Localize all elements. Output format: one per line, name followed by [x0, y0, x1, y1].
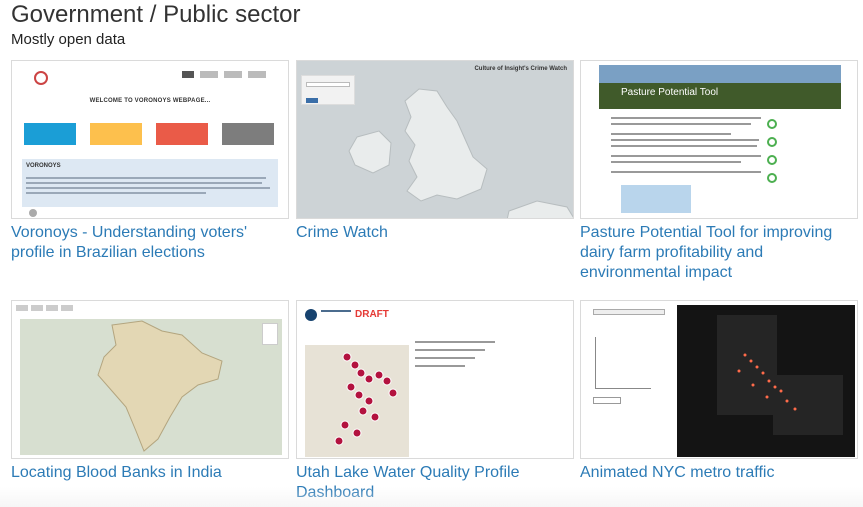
thumb-welcome-text: WELCOME TO VORONOYS WEBPAGE...: [89, 98, 211, 104]
progress-ring-icon: [767, 155, 777, 165]
thumb-nav: [182, 71, 266, 78]
card-title-link[interactable]: Utah Lake Water Quality Profile Dashboar…: [296, 463, 574, 503]
thumb-box-gray: [222, 123, 274, 145]
traffic-points-icon: [737, 353, 797, 411]
india-map-icon: [97, 320, 223, 452]
thumb-box-yellow: [90, 123, 142, 145]
thumb-box-red: [156, 123, 208, 145]
thumb-box-blue: [24, 123, 76, 145]
voronoys-logo-icon: [34, 71, 48, 85]
card-thumbnail[interactable]: Pasture Potential Tool: [580, 60, 858, 219]
card-title-link[interactable]: Locating Blood Banks in India: [11, 463, 289, 483]
card-thumbnail[interactable]: DRAFT: [296, 300, 574, 459]
card-title-link[interactable]: Animated NYC metro traffic: [580, 463, 858, 483]
thumb-hero-image: Pasture Potential Tool: [599, 65, 841, 109]
card-title-link[interactable]: Crime Watch: [296, 223, 574, 243]
thumb-info-panel: VORONOYS: [22, 159, 278, 207]
section-subtitle: Mostly open data: [11, 31, 126, 48]
card-thumbnail[interactable]: [11, 300, 289, 459]
progress-ring-icon: [767, 137, 777, 147]
footer-logo-icon: [29, 209, 37, 217]
section-title: Government / Public sector: [11, 1, 301, 28]
card-title-link[interactable]: Pasture Potential Tool for improving dai…: [580, 223, 858, 283]
site-markers-icon: [334, 352, 398, 446]
card-title-link[interactable]: Voronoys - Understanding voters' profile…: [11, 223, 289, 263]
thumb-app-title: Culture of Insight's Crime Watch: [474, 66, 567, 72]
progress-ring-icon: [767, 173, 777, 183]
card-thumbnail[interactable]: [580, 300, 858, 459]
thumb-control-panel: [301, 75, 355, 105]
progress-ring-icon: [767, 119, 777, 129]
card-thumbnail[interactable]: Culture of Insight's Crime Watch: [296, 60, 574, 219]
map-legend: [262, 323, 278, 345]
card-thumbnail[interactable]: WELCOME TO VORONOYS WEBPAGE... VORONOYS: [11, 60, 289, 219]
thumb-mini-map: [621, 185, 691, 213]
